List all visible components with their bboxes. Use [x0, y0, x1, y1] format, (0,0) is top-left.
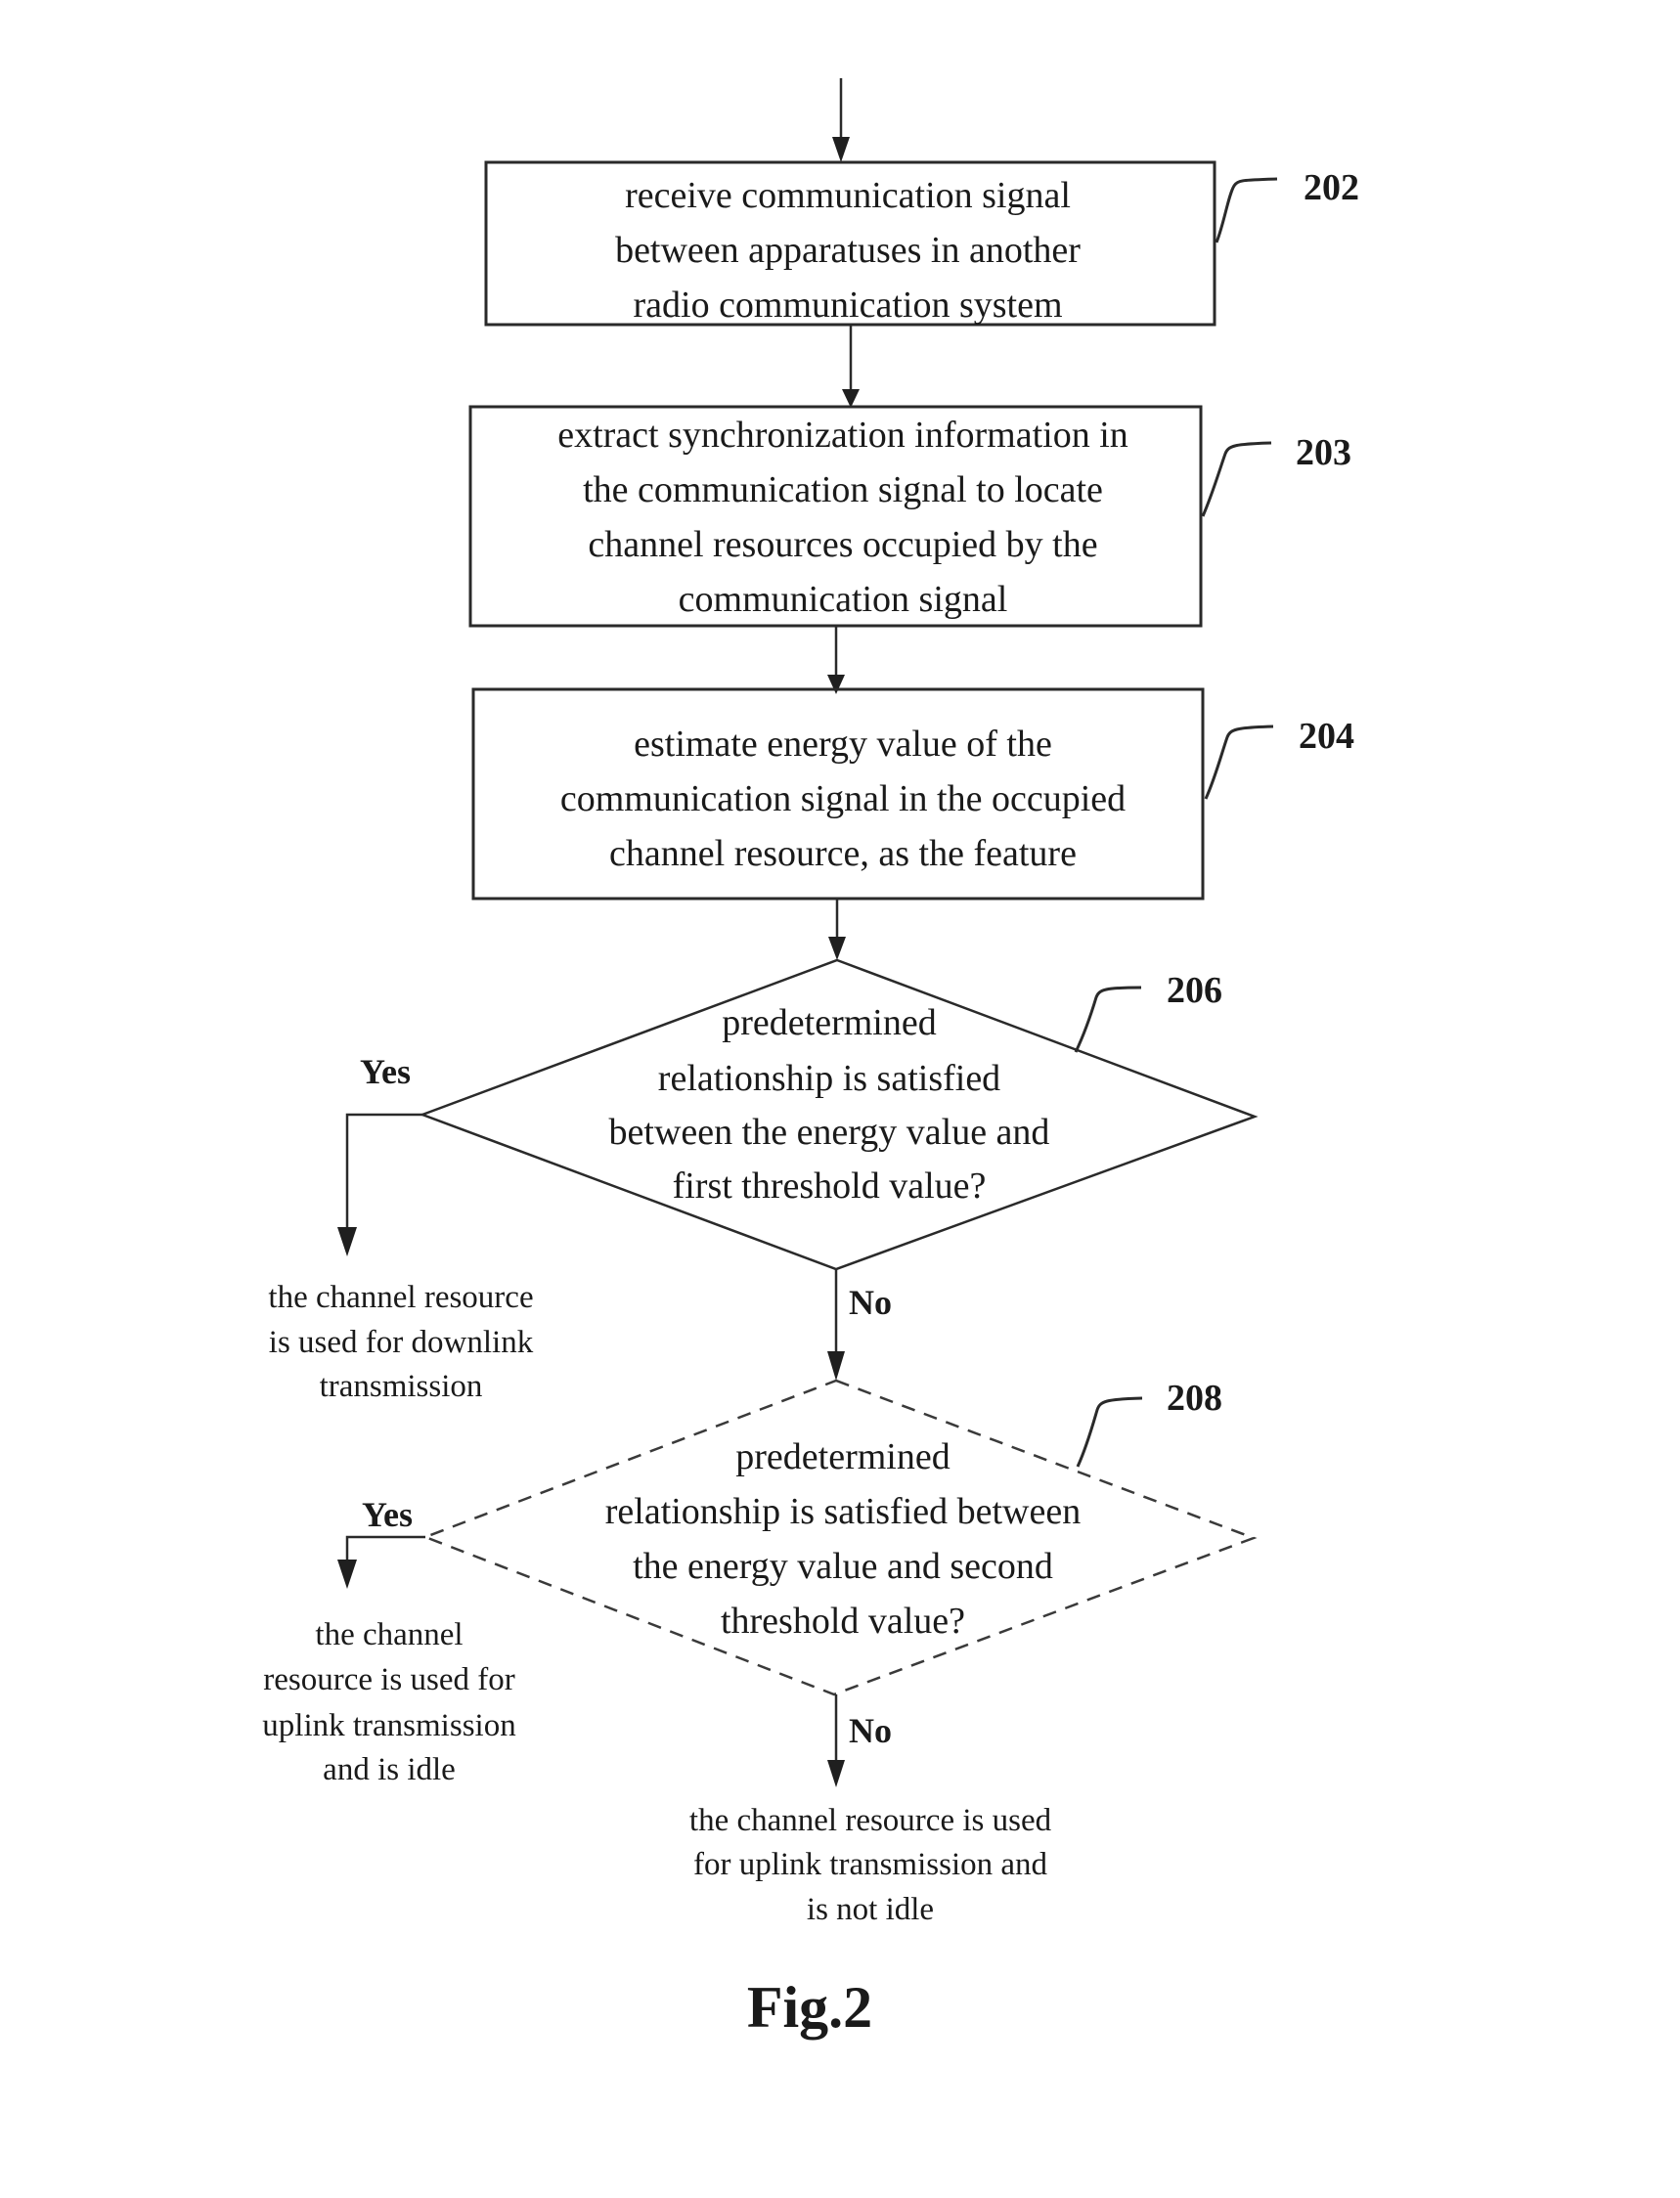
step-202: receive communication signal between app… — [484, 160, 1359, 327]
step-203-leader — [1201, 441, 1272, 517]
figure-caption: Fig.2 — [747, 1975, 872, 2040]
decision-206-no-label: No — [849, 1283, 892, 1322]
step-204-line-2: communication signal in the occupied — [560, 778, 1126, 819]
outcome-uplink-not-idle-line-1: the channel resource is used — [689, 1803, 1052, 1838]
decision-206-leader — [1074, 986, 1142, 1053]
outcome-uplink-not-idle-line-3: is not idle — [807, 1892, 934, 1927]
decision-208-yes-arrowhead — [337, 1560, 357, 1589]
step-204-ref: 204 — [1299, 716, 1354, 757]
decision-206: predetermined relationship is satisfied … — [337, 958, 1259, 1381]
flowchart: receive communication signal between app… — [262, 78, 1359, 2040]
outcome-uplink-idle-line-4: and is idle — [323, 1752, 456, 1787]
decision-208-diamond — [421, 1379, 1258, 1696]
step-202-line-3: radio communication system — [633, 285, 1062, 326]
step-203-line-1: extract synchronization information in — [557, 415, 1128, 456]
outcome-uplink-idle-line-3: uplink transmission — [262, 1708, 515, 1743]
step-203-ref: 203 — [1296, 432, 1351, 473]
decision-206-yes-arrowhead — [337, 1227, 357, 1256]
step-202-ref: 202 — [1304, 167, 1359, 208]
decision-206-yes-connector — [345, 1113, 422, 1237]
outcome-downlink-line-3: transmission — [320, 1369, 483, 1404]
decision-208-yes-label: Yes — [362, 1495, 413, 1534]
arrow-204-206 — [828, 899, 846, 960]
step-202-line-1: receive communication signal — [625, 175, 1071, 216]
decision-208-ref: 208 — [1167, 1378, 1222, 1419]
step-203-line-3: channel resources occupied by the — [588, 524, 1097, 565]
decision-208-yes-connector — [345, 1535, 425, 1564]
outcome-downlink: the channel resource is used for downlin… — [268, 1280, 533, 1404]
decision-208-line-4: threshold value? — [721, 1601, 965, 1642]
decision-206-ref: 206 — [1167, 970, 1222, 1011]
step-203-line-4: communication signal — [679, 579, 1008, 620]
decision-206-line-1: predetermined — [722, 1002, 936, 1043]
decision-206-yes-label: Yes — [360, 1052, 411, 1091]
decision-206-line-3: between the energy value and — [609, 1112, 1050, 1153]
step-204-leader — [1204, 725, 1274, 800]
outcome-uplink-not-idle-line-2: for uplink transmission and — [693, 1847, 1048, 1882]
outcome-uplink-idle-line-1: the channel — [315, 1617, 463, 1652]
step-204: estimate energy value of the communicati… — [471, 687, 1354, 901]
arrow-202-203 — [842, 325, 860, 408]
arrow-203-204 — [827, 626, 845, 694]
decision-206-line-4: first threshold value? — [673, 1165, 987, 1207]
decision-206-line-2: relationship is satisfied — [658, 1058, 1000, 1099]
step-202-leader — [1215, 177, 1278, 243]
decision-208-line-2: relationship is satisfied between — [605, 1491, 1082, 1532]
decision-206-no-arrowhead — [827, 1351, 845, 1381]
decision-208-no-label: No — [849, 1711, 892, 1750]
step-203-line-2: the communication signal to locate — [583, 469, 1103, 510]
outcome-downlink-line-2: is used for downlink — [269, 1325, 534, 1360]
step-203: extract synchronization information in t… — [468, 405, 1351, 628]
step-202-line-2: between apparatuses in another — [615, 230, 1081, 271]
outcome-uplink-idle: the channel resource is used for uplink … — [262, 1617, 515, 1787]
decision-208-line-1: predetermined — [735, 1436, 950, 1477]
decision-208-line-3: the energy value and second — [633, 1546, 1053, 1587]
decision-208-leader — [1076, 1396, 1143, 1468]
decision-208-no-arrowhead — [827, 1760, 845, 1787]
outcome-uplink-not-idle: the channel resource is used for uplink … — [689, 1803, 1052, 1927]
step-204-line-1: estimate energy value of the — [634, 724, 1052, 765]
entry-arrow — [832, 78, 850, 162]
step-204-line-3: channel resource, as the feature — [609, 833, 1077, 874]
outcome-uplink-idle-line-2: resource is used for — [263, 1662, 515, 1697]
outcome-downlink-line-1: the channel resource — [268, 1280, 533, 1315]
